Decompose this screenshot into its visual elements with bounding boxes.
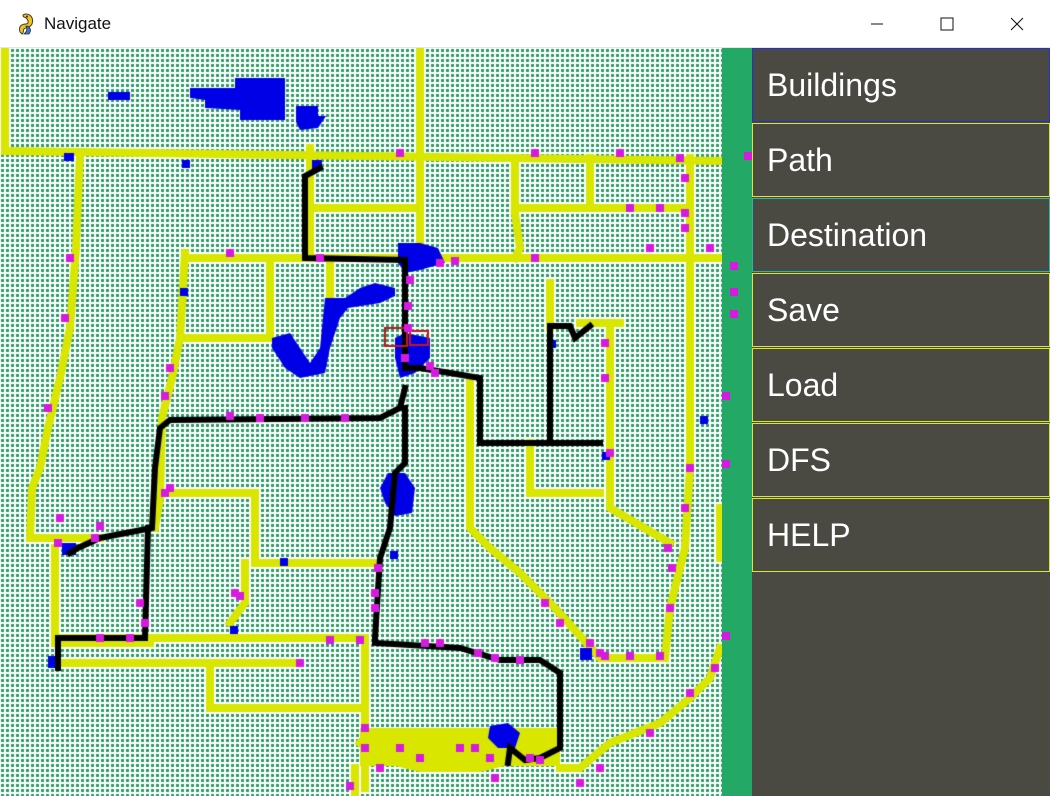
strip-node	[722, 460, 730, 468]
app-content: Buildings Path Destination Save Load DFS…	[0, 48, 1050, 796]
help-button[interactable]: HELP	[752, 498, 1050, 572]
strip-node	[730, 288, 738, 296]
map-grid-canvas[interactable]	[0, 48, 722, 796]
menu-panel: Buildings Path Destination Save Load DFS…	[752, 48, 1050, 796]
destination-button[interactable]: Destination	[752, 198, 1050, 272]
load-button[interactable]: Load	[752, 348, 1050, 422]
buildings-button[interactable]: Buildings	[752, 48, 1050, 122]
strip-node	[730, 262, 738, 270]
strip-node	[722, 632, 730, 640]
maximize-icon	[940, 17, 954, 31]
divider-strip	[722, 48, 752, 796]
app-icon	[14, 12, 38, 36]
minimize-button[interactable]	[842, 0, 912, 48]
path-button[interactable]: Path	[752, 123, 1050, 197]
title-bar[interactable]: Navigate	[0, 0, 1050, 48]
minimize-icon	[871, 23, 883, 25]
strip-node	[722, 392, 730, 400]
strip-node	[730, 310, 738, 318]
save-button[interactable]: Save	[752, 273, 1050, 347]
dfs-button[interactable]: DFS	[752, 423, 1050, 497]
close-icon	[1010, 17, 1024, 31]
strip-node	[744, 152, 752, 160]
close-button[interactable]	[982, 0, 1050, 48]
window-title: Navigate	[44, 14, 112, 33]
navigate-window: Navigate Buildings Path Destination Save…	[0, 0, 1050, 796]
maximize-button[interactable]	[912, 0, 982, 48]
